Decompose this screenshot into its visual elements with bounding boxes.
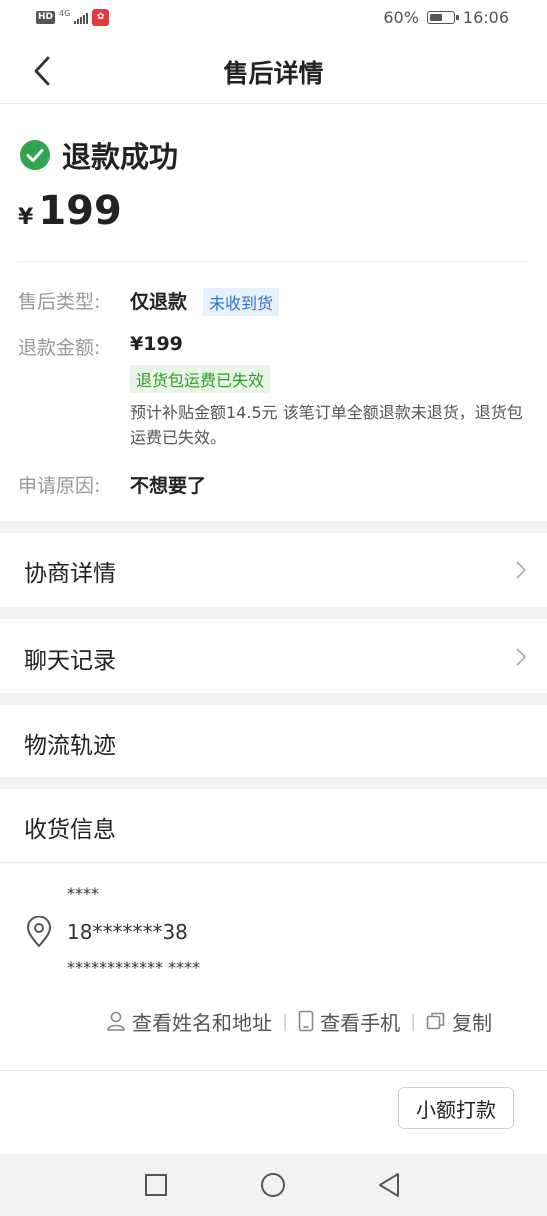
clock: 16:06 (462, 8, 509, 27)
subsidy-note: 预计补贴金额14.5元 该笔订单全额退款未退货，退货包运费已失效。 (130, 403, 523, 447)
status-bar: HD 4G ✿ 60% 16:06 (0, 0, 547, 40)
person-icon (107, 1011, 125, 1031)
location-pin-icon (26, 916, 52, 948)
copy-icon (426, 1012, 445, 1030)
check-circle-icon (20, 140, 50, 170)
app-notification-icon: ✿ (92, 9, 110, 26)
refund-summary-card: 退款成功 ¥ 199 售后类型: 仅退款 未收到货 退款金额: ¥199 退货包… (0, 104, 547, 521)
status-left: HD 4G ✿ (36, 8, 110, 26)
amount-value: 199 (38, 188, 122, 234)
chat-record-row[interactable]: 聊天记录 (0, 619, 547, 693)
currency-symbol: ¥ (18, 205, 34, 230)
address-actions: 查看姓名和地址 | 查看手机 | 复制 (106, 1006, 492, 1036)
page-title: 售后详情 (223, 59, 324, 88)
reason-value: 不想要了 (130, 475, 207, 497)
recipient-address: ************ **** (67, 958, 201, 977)
square-icon[interactable] (141, 1170, 171, 1200)
view-name-address-label: 查看姓名和地址 (132, 1010, 272, 1035)
signal-icon (74, 12, 89, 24)
battery-icon (426, 11, 459, 24)
network-type: 4G (59, 8, 71, 18)
circle-icon[interactable] (258, 1170, 288, 1200)
refund-amount: ¥ 199 (18, 188, 122, 234)
aftersale-type-label: 售后类型: (18, 291, 101, 313)
divider (0, 1070, 547, 1071)
separator: | (282, 1010, 289, 1032)
view-phone-button[interactable]: 查看手机 (298, 1007, 400, 1036)
reason-label: 申请原因: (18, 475, 101, 497)
triangle-back-icon[interactable] (374, 1170, 404, 1200)
refund-amount-value: ¥199 (130, 333, 183, 355)
shipping-info-label: 收货信息 (24, 817, 116, 843)
refund-status: 退款成功 (62, 140, 179, 174)
shipping-insurance-tag: 退货包运费已失效 (130, 365, 271, 393)
negotiation-details-label: 协商详情 (24, 561, 116, 587)
chevron-right-icon (516, 648, 527, 666)
chat-record-label: 聊天记录 (24, 648, 116, 674)
logistics-row[interactable]: 物流轨迹 (0, 705, 547, 777)
view-phone-label: 查看手机 (320, 1010, 401, 1035)
negotiation-details-row[interactable]: 协商详情 (0, 533, 547, 607)
refund-status-row: 退款成功 (20, 134, 178, 176)
hd-indicator: HD (36, 11, 56, 24)
copy-label: 复制 (452, 1010, 493, 1035)
logistics-label: 物流轨迹 (24, 733, 116, 759)
chevron-right-icon (516, 561, 527, 579)
recipient-name: **** (67, 884, 99, 903)
header: 售后详情 (0, 40, 547, 104)
status-right: 60% 16:06 (383, 8, 509, 27)
copy-button[interactable]: 复制 (426, 1007, 492, 1036)
aftersale-type-value: 仅退款 (130, 291, 188, 313)
battery-percent: 60% (383, 8, 419, 27)
not-received-tag: 未收到货 (203, 288, 280, 316)
divider (18, 261, 529, 262)
small-payment-button[interactable]: 小额打款 (398, 1087, 514, 1129)
recipient-phone: 18*******38 (67, 920, 188, 944)
separator: | (410, 1010, 417, 1032)
divider (0, 862, 547, 863)
system-nav-bar (0, 1154, 547, 1216)
refund-amount-label: 退款金额: (18, 337, 101, 359)
view-name-address-button[interactable]: 查看姓名和地址 (106, 1007, 272, 1036)
phone-icon (298, 1010, 314, 1032)
